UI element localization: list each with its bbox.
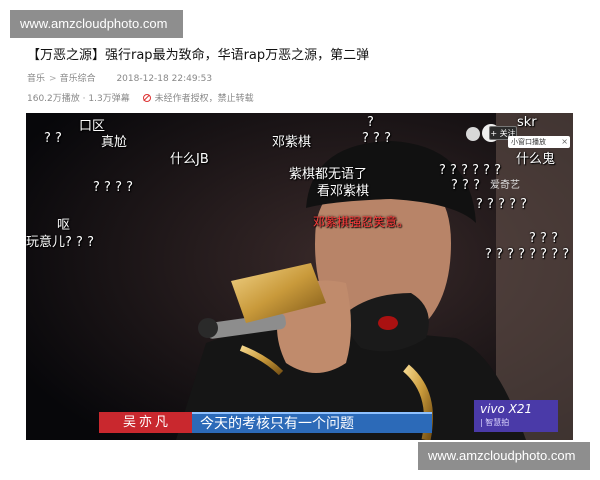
danmaku-item: ? ? ? ? ? bbox=[476, 197, 528, 212]
article-title: 【万恶之源】强行rap最为致命，华语rap万恶之源，第二弹 bbox=[27, 48, 370, 63]
danmaku-item: skr bbox=[517, 115, 537, 130]
watermark-top: www.amzcloudphoto.com bbox=[10, 10, 183, 38]
article-stats: 160.2万播放 · 1.3万弹幕 未经作者授权，禁止转载 bbox=[27, 91, 254, 104]
sponsor-badge: vivo X21 | 智慧拍 bbox=[474, 400, 558, 432]
sponsor-subtitle: | 智慧拍 bbox=[480, 418, 510, 427]
danmaku-item: 什么鬼 bbox=[516, 152, 556, 167]
danmaku-item: 玩意儿? ? ? bbox=[26, 235, 94, 250]
danmaku-item: ? ? ? bbox=[529, 231, 558, 246]
danmaku-count: 1.3万弹幕 bbox=[88, 94, 130, 104]
danmaku-item: 邓紫棋 bbox=[272, 135, 312, 150]
sponsor-title: vivo X21 bbox=[480, 402, 533, 416]
video-player[interactable]: 口区 ? ? 真尬 邓紫棋 ? ? ? ? skr 什么JB 什么鬼 紫棋都无语… bbox=[26, 113, 573, 440]
uploader-avatar[interactable] bbox=[466, 127, 480, 141]
performer-name-tag: 吴亦凡 bbox=[99, 412, 195, 433]
danmaku-item: 真尬 bbox=[101, 135, 128, 150]
danmaku-item: ? ? bbox=[44, 131, 62, 146]
no-repost-icon bbox=[142, 94, 151, 102]
danmaku-item: ? ? ? ? ? ? ? ? bbox=[485, 247, 570, 262]
play-count: 160.2万播放 bbox=[27, 94, 80, 104]
danmaku-item-highlight: 邓紫棋强忍笑意。 bbox=[313, 215, 410, 229]
video-subtitle: 今天的考核只有一个问题 bbox=[192, 412, 432, 433]
breadcrumb-separator: > bbox=[49, 74, 57, 84]
danmaku-layer: 口区 ? ? 真尬 邓紫棋 ? ? ? ? skr 什么JB 什么鬼 紫棋都无语… bbox=[26, 113, 573, 440]
danmaku-item: ? ? ? bbox=[362, 131, 391, 146]
channel-watermark: 爱奇艺 bbox=[490, 180, 520, 191]
danmaku-item: ? ? ? ? bbox=[93, 180, 133, 195]
repost-notice: 未经作者授权，禁止转载 bbox=[154, 94, 254, 104]
danmaku-item: ? ? ? bbox=[451, 178, 480, 193]
danmaku-item: 看邓紫棋 bbox=[317, 184, 370, 199]
subcategory-link[interactable]: 音乐综合 bbox=[60, 74, 96, 84]
close-icon[interactable]: × bbox=[561, 136, 568, 148]
mini-window-label: 小窗口播放 bbox=[511, 138, 546, 146]
mini-window-button[interactable]: 小窗口播放 × bbox=[508, 136, 570, 148]
article-meta: 音乐 > 音乐综合 2018-12-18 22:49:53 bbox=[27, 71, 216, 84]
stats-separator: · bbox=[82, 94, 86, 104]
danmaku-item: 什么JB bbox=[170, 152, 209, 167]
publish-date: 2018-12-18 22:49:53 bbox=[116, 74, 213, 84]
category-link[interactable]: 音乐 bbox=[27, 74, 45, 84]
danmaku-item: ? bbox=[367, 115, 374, 130]
watermark-bottom: www.amzcloudphoto.com bbox=[418, 442, 590, 470]
